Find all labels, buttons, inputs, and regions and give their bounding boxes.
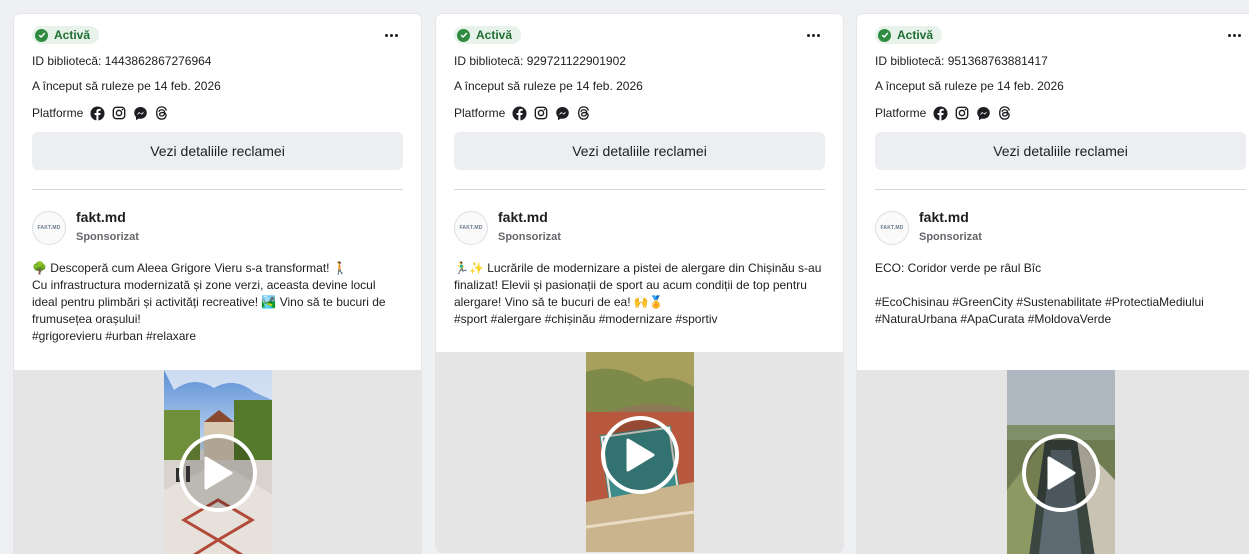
platforms-label: Platforme bbox=[454, 106, 506, 120]
ad-card: Activă ID bibliotecă: 951368763881417 A … bbox=[857, 14, 1249, 554]
ad-body-text: 🏃‍♂️✨ Lucrările de modernizare a pistei … bbox=[454, 261, 822, 326]
advertiser-name[interactable]: fakt.md bbox=[76, 209, 139, 225]
threads-icon bbox=[998, 106, 1011, 120]
video-thumbnail[interactable] bbox=[163, 370, 272, 554]
sponsored-label: Sponsorizat bbox=[919, 231, 982, 243]
ad-media bbox=[14, 370, 421, 554]
avatar[interactable]: FAKT.MD bbox=[875, 211, 909, 245]
advertiser-name[interactable]: fakt.md bbox=[498, 209, 561, 225]
divider bbox=[875, 189, 1246, 190]
check-icon bbox=[35, 28, 48, 42]
play-button[interactable] bbox=[600, 416, 679, 494]
view-ad-details-button[interactable]: Vezi detaliile reclamei bbox=[454, 132, 825, 170]
messenger-icon bbox=[133, 106, 148, 121]
sponsored-label: Sponsorizat bbox=[498, 231, 561, 243]
platforms-row: Platforme bbox=[875, 105, 1246, 121]
start-date: A început să ruleze pe 14 feb. 2026 bbox=[454, 79, 643, 93]
instagram-icon bbox=[955, 106, 969, 120]
ad-card: Activă ID bibliotecă: 1443862867276964 A… bbox=[14, 14, 421, 554]
sponsored-label: Sponsorizat bbox=[76, 231, 139, 243]
library-id: ID bibliotecă: 951368763881417 bbox=[875, 54, 1048, 68]
divider bbox=[454, 189, 825, 190]
threads-icon bbox=[577, 106, 590, 120]
threads-icon bbox=[155, 106, 168, 120]
start-date: A început să ruleze pe 14 feb. 2026 bbox=[32, 79, 221, 93]
more-options-button[interactable] bbox=[801, 26, 825, 44]
ad-media bbox=[857, 370, 1249, 554]
advertiser-name[interactable]: fakt.md bbox=[919, 209, 982, 225]
messenger-icon bbox=[976, 106, 991, 121]
check-icon bbox=[878, 28, 891, 42]
platforms-row: Platforme bbox=[32, 105, 403, 121]
status-badge: Activă bbox=[875, 26, 943, 44]
avatar-text: FAKT.MD bbox=[459, 225, 483, 231]
library-id: ID bibliotecă: 929721122901902 bbox=[454, 54, 626, 68]
facebook-icon bbox=[933, 105, 948, 121]
advertiser-header: FAKT.MD fakt.md Sponsorizat bbox=[32, 209, 403, 249]
status-badge: Activă bbox=[32, 26, 100, 44]
status-label: Activă bbox=[54, 28, 91, 42]
advertiser-header: FAKT.MD fakt.md Sponsorizat bbox=[875, 209, 1246, 249]
avatar[interactable]: FAKT.MD bbox=[32, 211, 66, 245]
ad-media bbox=[436, 352, 843, 552]
platforms-label: Platforme bbox=[32, 106, 84, 120]
video-thumbnail[interactable] bbox=[585, 352, 694, 552]
status-badge: Activă bbox=[454, 26, 522, 44]
check-icon bbox=[457, 28, 470, 42]
instagram-icon bbox=[112, 106, 126, 120]
avatar-text: FAKT.MD bbox=[880, 225, 904, 231]
facebook-icon bbox=[512, 105, 527, 121]
platforms-label: Platforme bbox=[875, 106, 927, 120]
divider bbox=[32, 189, 403, 190]
more-options-button[interactable] bbox=[1222, 26, 1246, 44]
more-options-button[interactable] bbox=[379, 26, 403, 44]
advertiser-header: FAKT.MD fakt.md Sponsorizat bbox=[454, 209, 825, 249]
status-label: Activă bbox=[476, 28, 513, 42]
platforms-row: Platforme bbox=[454, 105, 825, 121]
view-ad-details-button[interactable]: Vezi detaliile reclamei bbox=[32, 132, 403, 170]
view-ad-details-button[interactable]: Vezi detaliile reclamei bbox=[875, 132, 1246, 170]
avatar[interactable]: FAKT.MD bbox=[454, 211, 488, 245]
ad-card: Activă ID bibliotecă: 929721122901902 A … bbox=[436, 14, 843, 552]
start-date: A început să ruleze pe 14 feb. 2026 bbox=[875, 79, 1064, 93]
library-id: ID bibliotecă: 1443862867276964 bbox=[32, 54, 212, 68]
video-thumbnail[interactable] bbox=[1006, 370, 1115, 554]
play-button[interactable] bbox=[1021, 434, 1100, 512]
ad-body-text: ECO: Coridor verde pe râul Bîc #EcoChisi… bbox=[875, 261, 1204, 326]
facebook-icon bbox=[90, 105, 105, 121]
messenger-icon bbox=[555, 106, 570, 121]
status-label: Activă bbox=[897, 28, 934, 42]
instagram-icon bbox=[534, 106, 548, 120]
play-button[interactable] bbox=[178, 434, 257, 512]
ad-body-text: 🌳 Descoperă cum Aleea Grigore Vieru s-a … bbox=[32, 261, 386, 343]
avatar-text: FAKT.MD bbox=[37, 225, 61, 231]
